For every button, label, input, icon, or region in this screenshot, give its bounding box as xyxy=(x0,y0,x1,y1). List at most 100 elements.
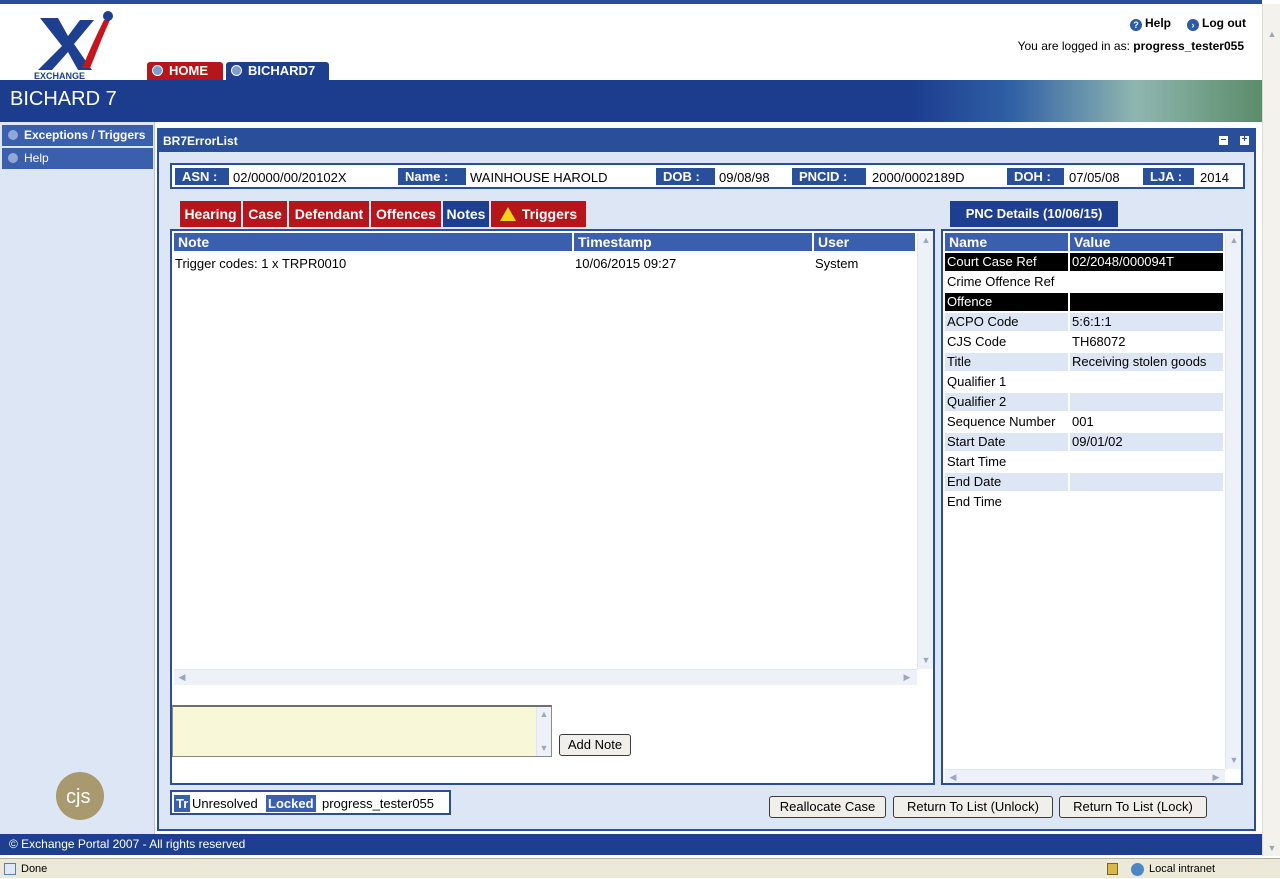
tab-pnc-details[interactable]: PNC Details (10/06/15) xyxy=(950,201,1118,227)
sidebar-item-exceptions-triggers[interactable]: Exceptions / Triggers xyxy=(2,125,153,146)
browser-status-text: Done xyxy=(21,863,48,875)
help-icon: ? xyxy=(1130,19,1142,31)
tab-notes[interactable]: Notes xyxy=(443,201,489,227)
return-to-list-lock-button[interactable]: Return To List (Lock) xyxy=(1059,796,1207,818)
bullet-icon xyxy=(8,153,18,163)
maximize-button[interactable]: + xyxy=(1239,135,1250,146)
tab-home-label: HOME xyxy=(169,63,208,78)
browser-status-bar: Done Local intranet xyxy=(0,858,1280,878)
tab-offences[interactable]: Offences xyxy=(371,201,441,227)
pnc-row-end-date: End Date xyxy=(945,473,1223,491)
logout-link[interactable]: › Log out xyxy=(1187,16,1246,31)
tab-triggers-label: Triggers xyxy=(521,206,578,222)
pnc-row-name: CJS Code xyxy=(947,334,1007,349)
panel-title: BR7ErrorList xyxy=(163,134,238,148)
notes-panel: Note Timestamp User Trigger codes: 1 x T… xyxy=(170,229,935,785)
column-header-name[interactable]: Name xyxy=(945,233,1068,251)
xi-exchange-logo: EXCHANGE xyxy=(34,11,113,80)
scroll-up-icon[interactable]: ▲ xyxy=(920,234,932,246)
pnc-row-crime-offence-ref: Crime Offence Ref xyxy=(945,273,1223,291)
logged-in-username: progress_tester055 xyxy=(1133,39,1244,53)
pnc-row-name: Start Time xyxy=(947,454,1007,469)
tab-triggers[interactable]: Triggers xyxy=(491,201,586,227)
scroll-down-icon[interactable]: ▼ xyxy=(538,742,550,754)
column-header-note[interactable]: Note xyxy=(174,233,572,251)
pnc-row-value: 5:6:1:1 xyxy=(1070,313,1223,331)
logged-in-prefix: You are logged in as: xyxy=(1017,39,1130,53)
pnc-row-name: Qualifier 1 xyxy=(947,374,1007,389)
pnc-vertical-scrollbar[interactable]: ▲ ▼ xyxy=(1225,233,1241,769)
pnc-row-name: End Time xyxy=(947,494,1002,509)
pnc-row-cjs-code: CJS Code TH68072 xyxy=(945,333,1223,351)
note-text: Trigger codes: 1 x TRPR0010 xyxy=(175,256,347,271)
column-header-value[interactable]: Value xyxy=(1070,233,1223,251)
scroll-down-icon[interactable]: ▼ xyxy=(920,654,932,666)
note-user: System xyxy=(815,256,859,271)
reallocate-case-button[interactable]: Reallocate Case xyxy=(769,796,886,818)
column-header-user[interactable]: User xyxy=(814,233,915,251)
asn-value: 02/0000/00/20102X xyxy=(233,170,347,185)
notes-horizontal-scrollbar[interactable]: ◀ ▶ xyxy=(174,669,917,685)
help-link[interactable]: ? Help xyxy=(1130,16,1171,31)
pnc-row-name: ACPO Code xyxy=(945,313,1068,331)
trigger-status-label: Tr xyxy=(174,795,191,812)
tab-defendant[interactable]: Defendant xyxy=(289,201,369,227)
banner: BICHARD 7 xyxy=(0,80,1262,122)
page-vertical-scrollbar[interactable]: ▲ ▼ xyxy=(1262,4,1280,856)
tab-bichard7-label: BICHARD7 xyxy=(248,63,316,78)
tab-hearing[interactable]: Hearing xyxy=(180,201,241,227)
return-to-list-unlock-button[interactable]: Return To List (Unlock) xyxy=(893,796,1053,818)
column-header-timestamp[interactable]: Timestamp xyxy=(574,233,812,251)
pnc-row-name: Court Case Ref xyxy=(945,253,1068,271)
pnc-row-name: End Date xyxy=(945,473,1068,491)
notes-vertical-scrollbar[interactable]: ▲ ▼ xyxy=(917,233,933,669)
scroll-right-icon[interactable]: ▶ xyxy=(901,671,913,683)
sidebar-item-label: Exceptions / Triggers xyxy=(24,128,146,142)
pncid-value: 2000/0002189D xyxy=(872,170,965,185)
warning-icon xyxy=(499,207,516,221)
pnc-row-offence: Offence xyxy=(945,293,1223,311)
globe-icon xyxy=(1131,863,1144,876)
locked-label: Locked xyxy=(266,795,316,812)
pnc-row-name: Qualifier 2 xyxy=(945,393,1068,411)
tab-case[interactable]: Case xyxy=(243,201,287,227)
logout-icon: › xyxy=(1187,19,1199,31)
lja-label: LJA : xyxy=(1143,168,1194,185)
sidebar-item-help[interactable]: Help xyxy=(2,148,153,169)
scroll-down-icon[interactable]: ▼ xyxy=(1228,754,1240,766)
scroll-left-icon[interactable]: ◀ xyxy=(176,671,188,683)
scroll-left-icon[interactable]: ◀ xyxy=(947,771,959,783)
pnc-row-value xyxy=(1070,473,1223,491)
scroll-up-icon[interactable]: ▲ xyxy=(1266,28,1278,40)
pnc-row-value: TH68072 xyxy=(1072,334,1126,349)
pnc-horizontal-scrollbar[interactable]: ◀ ▶ xyxy=(945,769,1225,783)
doh-label: DOH : xyxy=(1007,168,1064,185)
note-input-scrollbar[interactable]: ▲ ▼ xyxy=(536,707,551,756)
page-icon xyxy=(4,863,16,875)
logo-text: EXCHANGE xyxy=(34,71,85,80)
pnc-row-sequence-number: Sequence Number 001 xyxy=(945,413,1223,431)
scroll-up-icon[interactable]: ▲ xyxy=(538,708,550,720)
cjs-logo-text: cjs xyxy=(66,786,90,808)
pnc-details-panel: Name Value Court Case Ref 02/2048/000094T… xyxy=(941,229,1243,785)
banner-title: BICHARD 7 xyxy=(10,88,117,110)
note-input[interactable] xyxy=(172,705,552,757)
minimize-button[interactable]: – xyxy=(1218,135,1229,146)
pnc-row-start-date: Start Date 09/01/02 xyxy=(945,433,1223,451)
tab-bichard7[interactable]: BICHARD7 xyxy=(226,62,329,80)
panel-header: BR7ErrorList xyxy=(159,130,1254,152)
add-note-button[interactable]: Add Note xyxy=(559,734,631,756)
pnc-row-value: 09/01/02 xyxy=(1070,433,1223,451)
pnc-row-qualifier-1: Qualifier 1 xyxy=(945,373,1223,391)
scroll-up-icon[interactable]: ▲ xyxy=(1228,234,1240,246)
tab-home[interactable]: HOME xyxy=(147,62,223,80)
logged-in-info: You are logged in as: progress_tester055 xyxy=(1018,39,1244,53)
pnc-row-value xyxy=(1070,493,1223,511)
logout-link-label: Log out xyxy=(1202,16,1246,30)
help-link-label: Help xyxy=(1145,16,1172,30)
scroll-down-icon[interactable]: ▼ xyxy=(1266,842,1278,854)
pnc-row-qualifier-2: Qualifier 2 xyxy=(945,393,1223,411)
scroll-right-icon[interactable]: ▶ xyxy=(1210,771,1222,783)
pnc-row-value xyxy=(1070,453,1223,471)
pnc-row-name: Offence xyxy=(945,293,1068,311)
